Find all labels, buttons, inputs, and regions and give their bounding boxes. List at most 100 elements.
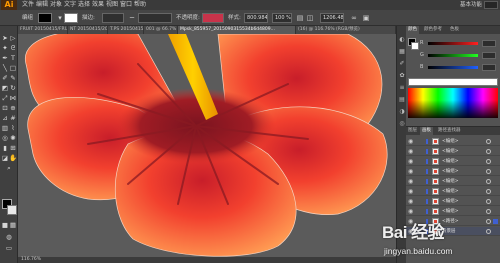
- eye-icon[interactable]: ◉: [408, 168, 415, 175]
- layer-row[interactable]: ◉ <编组>: [406, 207, 500, 216]
- column-graph-icon[interactable]: ▮: [1, 144, 9, 152]
- layer-row[interactable]: ◉ <编组>: [406, 197, 500, 206]
- slider-r-track[interactable]: [428, 42, 478, 45]
- pen-icon[interactable]: ✒: [1, 54, 9, 62]
- eye-icon[interactable]: ◉: [408, 188, 415, 195]
- y-value-field[interactable]: 100 %: [272, 13, 292, 23]
- selection-tool-icon[interactable]: ➤: [1, 34, 9, 42]
- slider-b-track[interactable]: [428, 66, 478, 69]
- slider-r[interactable]: R: [420, 40, 498, 47]
- gradient-mode-icon[interactable]: ▦: [9, 221, 17, 229]
- layer-name[interactable]: <编组>: [442, 187, 459, 196]
- artboard-icon[interactable]: ⊞: [9, 144, 17, 152]
- hand-icon[interactable]: ✋: [9, 154, 17, 162]
- appearance-icon[interactable]: ◎: [398, 120, 406, 128]
- menu-type[interactable]: 文字: [64, 1, 76, 9]
- scale-icon[interactable]: ⤢: [1, 94, 9, 102]
- screen-mode-icon[interactable]: ▭: [5, 244, 13, 252]
- layer-name[interactable]: <编组>: [442, 197, 459, 206]
- tab-document-4[interactable]: 001 @ 66.7%: [144, 26, 178, 34]
- brushes-icon[interactable]: ✐: [398, 60, 406, 68]
- mesh-icon[interactable]: #: [9, 114, 17, 122]
- eye-icon[interactable]: ◉: [408, 178, 415, 185]
- layer-target-icon[interactable]: [486, 169, 491, 174]
- layer-name[interactable]: <编组>: [442, 157, 459, 166]
- free-transform-icon[interactable]: ⊡: [1, 104, 9, 112]
- layer-target-icon[interactable]: [486, 159, 491, 164]
- menu-object[interactable]: 对象: [50, 1, 62, 9]
- menu-select[interactable]: 选择: [78, 1, 90, 9]
- tab-layers[interactable]: 图层: [406, 127, 419, 135]
- brush-definition-icon[interactable]: ─: [128, 14, 136, 22]
- artboard-canvas[interactable]: [18, 34, 396, 257]
- layer-name[interactable]: <编组>: [442, 207, 459, 216]
- zoom-level[interactable]: 116.76%: [18, 257, 41, 262]
- layer-target-icon[interactable]: [486, 199, 491, 204]
- type-icon[interactable]: T: [9, 54, 17, 62]
- flower-artwork[interactable]: [18, 34, 396, 257]
- panel-stroke-swatch[interactable]: [411, 42, 419, 50]
- menu-file[interactable]: 文件: [22, 1, 34, 9]
- slider-g[interactable]: G: [420, 52, 498, 59]
- width-value-field[interactable]: 1206.48: [320, 13, 344, 23]
- shape-builder-icon[interactable]: ⊕: [9, 104, 17, 112]
- layer-target-icon[interactable]: [486, 189, 491, 194]
- tab-document-3[interactable]: T.PS 20150415 ...: [108, 26, 144, 34]
- transform-icon[interactable]: ◫: [306, 14, 314, 22]
- align-icon[interactable]: ▤: [296, 14, 304, 22]
- rotate-icon[interactable]: ↻: [9, 84, 17, 92]
- magic-wand-icon[interactable]: ✦: [1, 44, 9, 52]
- fill-color-swatch[interactable]: [38, 13, 52, 23]
- layer-name[interactable]: <编组>: [442, 167, 459, 176]
- tab-color-guide[interactable]: 颜色参考: [422, 26, 444, 34]
- lasso-icon[interactable]: ᘓ: [9, 44, 17, 52]
- layer-name[interactable]: <编组>: [442, 177, 459, 186]
- blend-icon[interactable]: ◎: [1, 134, 9, 142]
- tab-color[interactable]: 颜色: [406, 26, 419, 34]
- width-icon[interactable]: ⋈: [9, 94, 17, 102]
- chevron-down-icon[interactable]: ▾: [56, 14, 64, 22]
- eyedropper-icon[interactable]: ⌇: [9, 124, 17, 132]
- layer-row[interactable]: ◉ <编组>: [406, 177, 500, 186]
- isolate-icon[interactable]: ▣: [362, 14, 370, 22]
- direct-selection-icon[interactable]: ▷: [9, 34, 17, 42]
- zoom-icon[interactable]: ⌕: [5, 164, 13, 172]
- tab-document-1[interactable]: FRUIT 20150415/FRUIT2015: [18, 26, 68, 34]
- eraser-icon[interactable]: ◩: [1, 84, 9, 92]
- stroke-color-swatch[interactable]: [64, 13, 78, 23]
- layer-row[interactable]: ◉ <编组>: [406, 167, 500, 176]
- menu-effect[interactable]: 效果: [92, 1, 104, 9]
- color-spectrum[interactable]: [408, 88, 498, 118]
- link-icon[interactable]: ∞: [350, 14, 358, 22]
- pencil-icon[interactable]: ✎: [9, 74, 17, 82]
- tab-document-2[interactable]: NT 20150415/2015: [68, 26, 108, 34]
- layer-name[interactable]: <编组>: [442, 137, 459, 146]
- slice-icon[interactable]: ◪: [1, 154, 9, 162]
- eye-icon[interactable]: ◉: [408, 208, 415, 215]
- graphic-style-field[interactable]: [202, 13, 224, 23]
- eye-icon[interactable]: ◉: [408, 138, 415, 145]
- eye-icon[interactable]: ◉: [408, 158, 415, 165]
- menu-window[interactable]: 窗口: [120, 1, 132, 9]
- tab-artboards[interactable]: 画板: [420, 127, 433, 135]
- eye-icon[interactable]: ◉: [408, 198, 415, 205]
- layer-target-icon[interactable]: [486, 139, 491, 144]
- tab-swatches[interactable]: 色板: [448, 26, 461, 34]
- x-value-field[interactable]: 800.984: [244, 13, 268, 23]
- draw-mode-icon[interactable]: ◍: [5, 233, 13, 241]
- menu-view[interactable]: 视图: [106, 1, 118, 9]
- gradient-panel-icon[interactable]: ▤: [398, 96, 406, 104]
- symbol-sprayer-icon[interactable]: ✺: [9, 134, 17, 142]
- stroke-panel-icon[interactable]: ≡: [398, 84, 406, 92]
- paintbrush-icon[interactable]: ✐: [1, 74, 9, 82]
- slider-b[interactable]: B: [420, 64, 498, 71]
- layer-name[interactable]: <编组>: [442, 147, 459, 156]
- eye-icon[interactable]: ◉: [408, 148, 415, 155]
- menu-edit[interactable]: 编辑: [36, 1, 48, 9]
- tab-document-6[interactable]: (16) @ 116.76% (RGB/预览): [296, 26, 396, 34]
- layer-target-icon[interactable]: [486, 209, 491, 214]
- layer-row[interactable]: ◉ <编组>: [406, 157, 500, 166]
- layer-row[interactable]: ◉ <编组>: [406, 137, 500, 146]
- tab-document-active[interactable]: Mpsk_855957_2015090315534b6d4809...: [178, 26, 296, 34]
- color-mode-icon[interactable]: ■: [1, 221, 9, 229]
